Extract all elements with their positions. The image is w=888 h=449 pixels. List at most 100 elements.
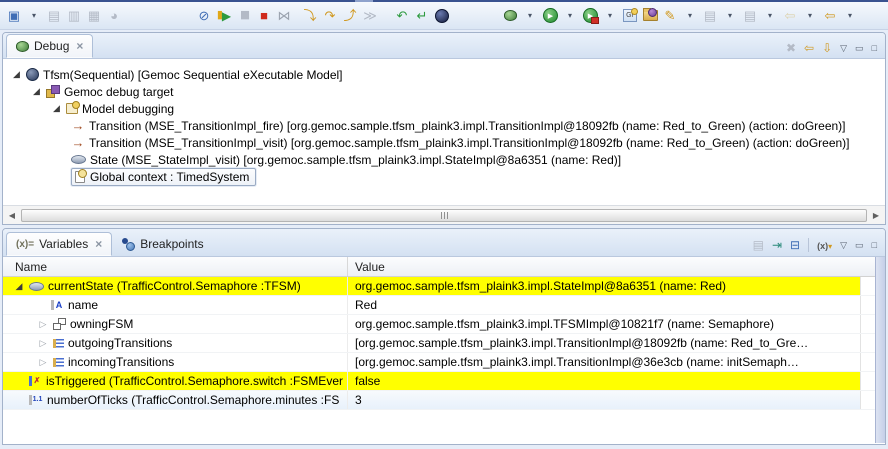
annotation-nav-button[interactable]: ▤	[740, 5, 760, 27]
column-header-value[interactable]: Value	[348, 257, 875, 276]
attribute-icon: A	[51, 300, 64, 310]
expand-twisty-icon[interactable]: ◢	[13, 281, 25, 292]
table-row-incomingTransitions[interactable]: ▷ incomingTransitions [org.gemoc.sample.…	[3, 353, 875, 372]
table-row-currentState[interactable]: ◢ currentState (TrafficControl.Semaphore…	[3, 277, 875, 296]
minimize-button[interactable]: ▭	[855, 44, 864, 53]
step-into-button[interactable]: ⤵	[300, 5, 320, 27]
pin-down-button[interactable]: ⇩	[822, 42, 832, 54]
update-icon: ◕	[110, 9, 118, 22]
search-button[interactable]: ✎	[660, 5, 680, 27]
tree-row-global-context[interactable]: Global context : TimedSystem	[3, 168, 885, 185]
scroll-right-arrow-icon[interactable]: ▶	[869, 211, 883, 220]
table-row-owningFSM[interactable]: ▷ owningFSM org.gemoc.sample.tfsm_plaink…	[3, 315, 875, 334]
watch-expressions-button[interactable]: (x)▾	[817, 238, 832, 252]
expand-twisty-icon[interactable]: ◢	[11, 69, 22, 80]
variables-vertical-scrollbar[interactable]	[875, 257, 885, 443]
nav-forward-icon: ⇦	[785, 9, 796, 22]
last-edit-dropdown[interactable]: ▾	[720, 5, 740, 27]
table-row-isTriggered[interactable]: ✗ isTriggered (TrafficControl.Semaphore.…	[3, 372, 875, 391]
tree-label: Global context : TimedSystem	[90, 170, 249, 184]
tab-variables[interactable]: (x)= Variables ×	[6, 232, 112, 256]
variables-tab-close-icon[interactable]: ×	[95, 237, 102, 251]
pause-button[interactable]: ▮▮	[234, 5, 254, 27]
tree-label: Gemoc debug target	[64, 85, 173, 99]
tree-row-stack-frame[interactable]: State (MSE_StateImpl_visit) [org.gemoc.s…	[3, 151, 885, 168]
run-dropdown[interactable]: ▾	[560, 5, 580, 27]
save-button[interactable]: ▤	[44, 5, 64, 27]
expand-twisty-icon[interactable]: ◢	[31, 86, 42, 97]
external-tools-button[interactable]: ▶	[580, 5, 600, 27]
table-row-numberOfTicks[interactable]: 1.1 numberOfTicks (TrafficControl.Semaph…	[3, 391, 875, 410]
tree-row-debug-target[interactable]: ◢ Gemoc debug target	[3, 83, 885, 100]
annotation-nav-dropdown[interactable]: ▾	[760, 5, 780, 27]
collapse-twisty-icon[interactable]: ▷	[37, 357, 49, 368]
step-return-button[interactable]: ⤴	[340, 5, 360, 27]
last-edit-button[interactable]: ▤	[700, 5, 720, 27]
debug-bug-icon	[504, 10, 517, 21]
debug-tree: ◢ Tfsm(Sequential) [Gemoc Sequential eXe…	[3, 59, 885, 205]
open-type-button[interactable]	[640, 5, 660, 27]
step-back-button[interactable]: ↶	[392, 5, 412, 27]
update-button[interactable]: ◕	[104, 5, 124, 27]
maximize-button[interactable]: □	[872, 44, 877, 53]
step-over-button[interactable]: ↷	[320, 5, 340, 27]
terminate-button[interactable]: ■	[254, 5, 274, 27]
tab-debug[interactable]: Debug ×	[6, 34, 93, 58]
disconnect-button[interactable]: ⋈	[274, 5, 294, 27]
new-wizard-button[interactable]: ▣	[4, 5, 24, 27]
tree-row-model-debugging[interactable]: ◢ Model debugging	[3, 100, 885, 117]
show-type-names-button[interactable]: ▤	[753, 239, 764, 251]
new-gemoc-wizard-button[interactable]: Gr	[620, 5, 640, 27]
nav-back-dropdown[interactable]: ▾	[840, 5, 860, 27]
selected-tree-item[interactable]: Global context : TimedSystem	[71, 168, 256, 186]
tab-breakpoints[interactable]: Breakpoints	[112, 232, 212, 256]
search-dropdown[interactable]: ▾	[680, 5, 700, 27]
step-forward-button[interactable]: ↵	[412, 5, 432, 27]
print-button[interactable]: ▦	[84, 5, 104, 27]
run-button[interactable]: ▶	[540, 5, 560, 27]
external-tools-dropdown[interactable]: ▾	[600, 5, 620, 27]
pin-left-button[interactable]: ⇦	[804, 42, 814, 54]
debug-dropdown[interactable]: ▾	[520, 5, 540, 27]
show-logical-structure-button[interactable]: ⇥	[772, 239, 782, 251]
tree-row-stack-frame[interactable]: → Transition (MSE_TransitionImpl_fire) […	[3, 117, 885, 134]
stack-frame-arrow-icon: →	[71, 135, 85, 150]
remove-terminated-button[interactable]: ✖	[786, 42, 796, 54]
save-all-button[interactable]: ▥	[64, 5, 84, 27]
collapse-twisty-icon[interactable]: ▷	[37, 319, 49, 330]
breakpoints-tab-icon	[121, 238, 135, 250]
table-row-outgoingTransitions[interactable]: ▷ outgoingTransitions [org.gemoc.sample.…	[3, 334, 875, 353]
variables-tabbar: (x)= Variables × Breakpoints ▤ ⇥ ⊟ (x)▾ …	[3, 229, 885, 257]
view-menu-button[interactable]: ▽	[840, 44, 847, 53]
list-icon	[53, 339, 64, 348]
resume-button[interactable]: ▮▶	[214, 5, 234, 27]
debug-tab-close-icon[interactable]: ×	[76, 39, 83, 53]
nav-forward-button[interactable]: ⇦	[780, 5, 800, 27]
step-back-icon: ↶	[397, 9, 408, 22]
view-menu-button[interactable]: ▽	[840, 241, 847, 250]
column-header-name[interactable]: Name	[3, 257, 348, 276]
run-icon: ▶	[543, 8, 558, 23]
scrollbar-grip-icon	[444, 212, 445, 219]
scrollbar-thumb[interactable]	[21, 209, 867, 222]
minimize-button[interactable]: ▭	[855, 241, 864, 250]
table-row-name[interactable]: A name Red	[3, 296, 875, 315]
skip-breakpoints-button[interactable]: ⊘	[194, 5, 214, 27]
maximize-button[interactable]: □	[872, 241, 877, 250]
nav-forward-dropdown[interactable]: ▾	[800, 5, 820, 27]
new-wizard-dropdown[interactable]: ▾	[24, 5, 44, 27]
tree-row-launch[interactable]: ◢ Tfsm(Sequential) [Gemoc Sequential eXe…	[3, 66, 885, 83]
debug-horizontal-scrollbar[interactable]: ◀ ▶	[3, 205, 885, 224]
variable-name: isTriggered (TrafficControl.Semaphore.sw…	[46, 374, 343, 388]
debug-button[interactable]	[500, 5, 520, 27]
run-to-line-button[interactable]: ≫	[360, 5, 380, 27]
debug-tabbar: Debug × ✖ ⇦ ⇩ ▽ ▭ □	[3, 33, 885, 59]
state-ellipse-icon	[29, 282, 44, 291]
scroll-left-arrow-icon[interactable]: ◀	[5, 211, 19, 220]
collapse-all-button[interactable]: ⊟	[790, 239, 800, 251]
collapse-twisty-icon[interactable]: ▷	[37, 338, 49, 349]
nav-back-button[interactable]: ⇦	[820, 5, 840, 27]
tree-row-stack-frame[interactable]: → Transition (MSE_TransitionImpl_visit) …	[3, 134, 885, 151]
expand-twisty-icon[interactable]: ◢	[51, 103, 62, 114]
animation-button[interactable]	[432, 5, 452, 27]
